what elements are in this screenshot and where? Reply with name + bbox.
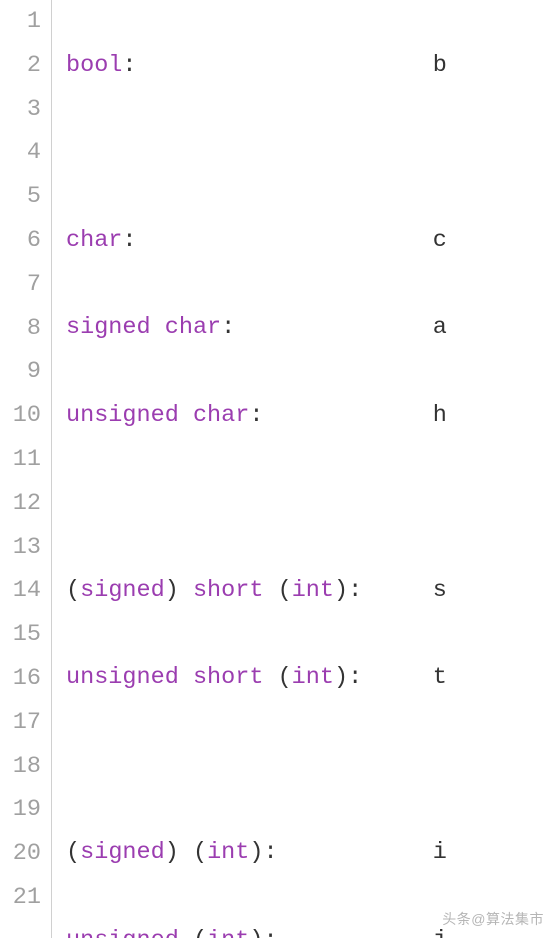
code-line: (signed) (int): i bbox=[66, 831, 554, 875]
line-number: 16 bbox=[0, 657, 41, 701]
line-number: 17 bbox=[0, 701, 41, 745]
keyword-int: int bbox=[207, 839, 249, 866]
keyword-unsigned: unsigned bbox=[66, 664, 179, 691]
code-line: (signed) short (int): s bbox=[66, 569, 554, 613]
keyword-short: short bbox=[193, 664, 264, 691]
watermark-text: 头条@算法集市 bbox=[442, 906, 544, 932]
keyword-char: char bbox=[193, 402, 249, 429]
rparen: ) bbox=[165, 839, 179, 866]
colon: : bbox=[122, 52, 136, 79]
value: t bbox=[433, 664, 447, 691]
line-number: 7 bbox=[0, 263, 41, 307]
code-line: bool: b bbox=[66, 44, 554, 88]
line-number: 5 bbox=[0, 175, 41, 219]
keyword-bool: bool bbox=[66, 52, 122, 79]
rparen: ) bbox=[334, 577, 348, 604]
line-number: 15 bbox=[0, 613, 41, 657]
lparen: ( bbox=[66, 839, 80, 866]
code-block: 1 2 3 4 5 6 7 8 9 10 11 12 13 14 15 16 1… bbox=[0, 0, 554, 938]
keyword-signed: signed bbox=[80, 839, 165, 866]
line-number: 20 bbox=[0, 832, 41, 876]
code-line: signed char: a bbox=[66, 306, 554, 350]
code-line: unsigned char: h bbox=[66, 394, 554, 438]
code-line: char: c bbox=[66, 219, 554, 263]
colon: : bbox=[249, 402, 263, 429]
rparen: ) bbox=[334, 664, 348, 691]
colon: : bbox=[221, 314, 235, 341]
keyword-signed: signed bbox=[80, 577, 165, 604]
lparen: ( bbox=[66, 577, 80, 604]
line-number: 11 bbox=[0, 438, 41, 482]
colon: : bbox=[348, 577, 362, 604]
line-number: 19 bbox=[0, 788, 41, 832]
value: c bbox=[433, 227, 447, 254]
code-content: bool: b char: c signed char: a unsigned … bbox=[52, 0, 554, 938]
line-number: 14 bbox=[0, 569, 41, 613]
keyword-unsigned: unsigned bbox=[66, 402, 179, 429]
lparen: ( bbox=[278, 577, 292, 604]
value: b bbox=[433, 52, 447, 79]
lparen: ( bbox=[193, 927, 207, 938]
lparen: ( bbox=[193, 839, 207, 866]
line-number: 12 bbox=[0, 482, 41, 526]
lparen: ( bbox=[278, 664, 292, 691]
keyword-unsigned: unsigned bbox=[66, 927, 179, 938]
keyword-int: int bbox=[207, 927, 249, 938]
value: a bbox=[433, 314, 447, 341]
value: i bbox=[433, 839, 447, 866]
line-number: 21 bbox=[0, 876, 41, 920]
keyword-signed: signed bbox=[66, 314, 151, 341]
line-number-gutter: 1 2 3 4 5 6 7 8 9 10 11 12 13 14 15 16 1… bbox=[0, 0, 52, 938]
code-line-empty bbox=[66, 131, 554, 175]
keyword-int: int bbox=[292, 664, 334, 691]
rparen: ) bbox=[249, 927, 263, 938]
keyword-short: short bbox=[193, 577, 264, 604]
line-number: 2 bbox=[0, 44, 41, 88]
line-number: 9 bbox=[0, 350, 41, 394]
line-number: 1 bbox=[0, 0, 41, 44]
colon: : bbox=[348, 664, 362, 691]
colon: : bbox=[263, 927, 277, 938]
rparen: ) bbox=[165, 577, 179, 604]
keyword-char: char bbox=[66, 227, 122, 254]
line-number: 8 bbox=[0, 307, 41, 351]
keyword-int: int bbox=[292, 577, 334, 604]
colon: : bbox=[263, 839, 277, 866]
line-number: 6 bbox=[0, 219, 41, 263]
value: s bbox=[433, 577, 447, 604]
code-line-empty bbox=[66, 481, 554, 525]
line-number: 3 bbox=[0, 88, 41, 132]
line-number: 13 bbox=[0, 526, 41, 570]
value: h bbox=[433, 402, 447, 429]
line-number: 18 bbox=[0, 745, 41, 789]
code-line-empty bbox=[66, 744, 554, 788]
rparen: ) bbox=[249, 839, 263, 866]
keyword-char: char bbox=[165, 314, 221, 341]
line-number: 4 bbox=[0, 131, 41, 175]
colon: : bbox=[122, 227, 136, 254]
line-number: 10 bbox=[0, 394, 41, 438]
code-line: unsigned short (int): t bbox=[66, 656, 554, 700]
